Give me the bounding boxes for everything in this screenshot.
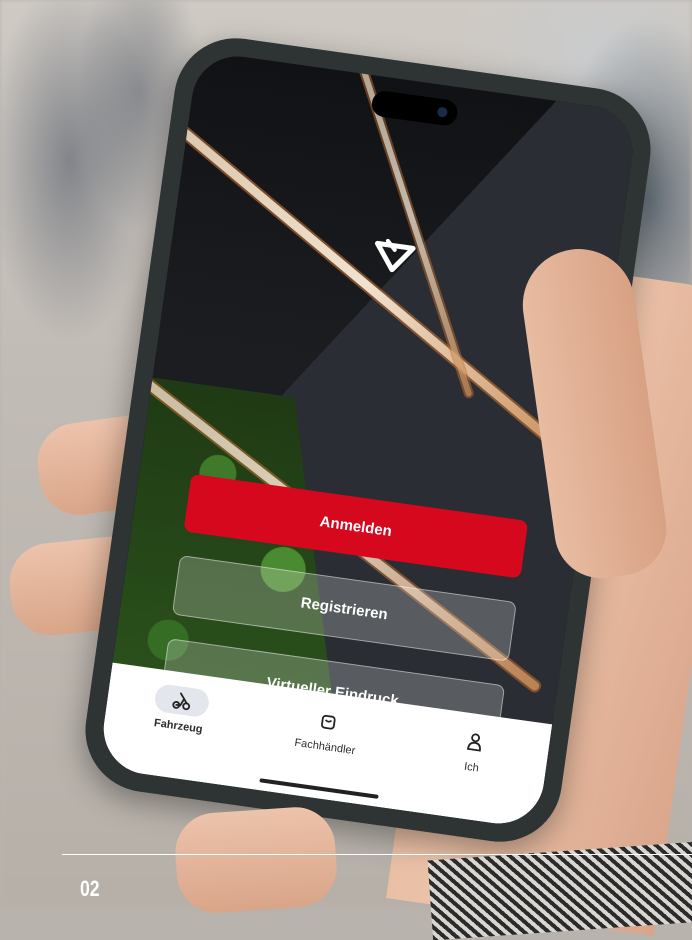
scooter-icon <box>172 692 191 711</box>
tab-label: Ich <box>463 760 480 775</box>
tab-fachhaendler[interactable]: Fachhändler <box>270 700 385 761</box>
front-camera <box>436 106 448 118</box>
brand-logo-icon <box>374 238 416 273</box>
finger <box>172 804 340 916</box>
shopping-bag-icon <box>321 714 336 730</box>
person-icon <box>466 733 481 752</box>
tab-fahrzeug[interactable]: Fahrzeug <box>123 679 238 740</box>
tab-ich[interactable]: Ich <box>416 720 531 781</box>
page-number: 02 <box>80 876 100 901</box>
tab-label: Fachhändler <box>293 736 356 758</box>
tab-active-pill <box>153 683 211 719</box>
tab-label: Fahrzeug <box>153 717 204 736</box>
page-divider <box>62 854 692 855</box>
